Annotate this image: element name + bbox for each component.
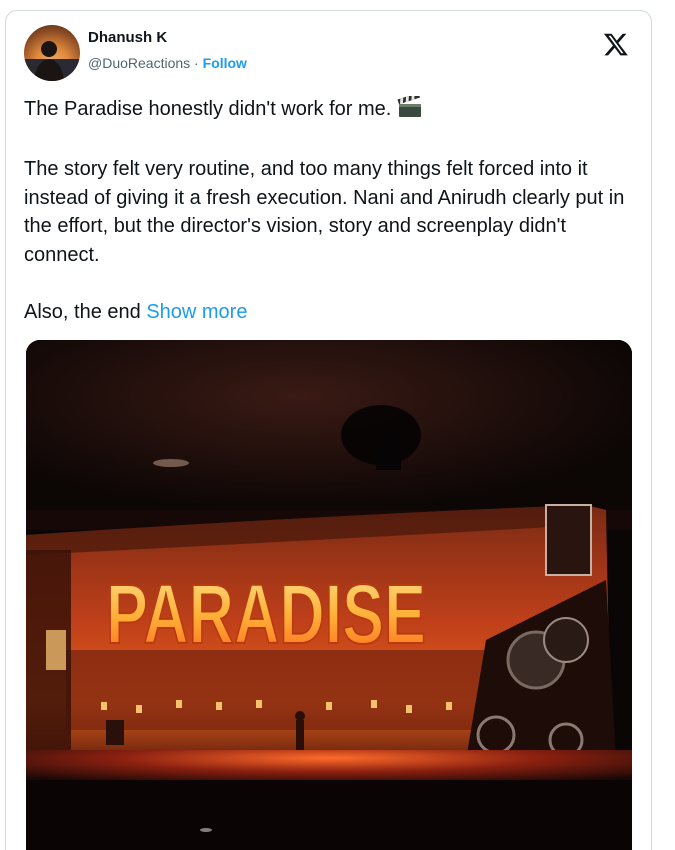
follow-button[interactable]: Follow xyxy=(203,55,247,71)
handle-row: @DuoReactions · Follow xyxy=(88,55,247,71)
x-logo-icon[interactable] xyxy=(603,31,629,57)
show-more-link[interactable]: Show more xyxy=(146,301,247,323)
tweet-paragraph-2: The story felt very routine, and too man… xyxy=(24,158,630,266)
tweet-paragraph-1: The Paradise honestly didn't work for me… xyxy=(24,98,392,120)
tweet-header: Dhanush K @DuoReactions · Follow xyxy=(24,25,633,81)
avatar[interactable] xyxy=(24,25,80,81)
tweet-text: The Paradise honestly didn't work for me… xyxy=(24,92,636,326)
author-handle[interactable]: @DuoReactions xyxy=(88,55,190,71)
clapper-board-icon xyxy=(397,92,423,127)
screen-title-text: PARADISE xyxy=(106,567,426,661)
tweet-paragraph-3: Also, the end xyxy=(24,300,141,323)
separator-dot: · xyxy=(194,55,199,71)
author-name[interactable]: Dhanush K xyxy=(88,29,167,46)
tweet-card[interactable]: Dhanush K @DuoReactions · Follow The Par… xyxy=(5,10,652,850)
tweet-media-image[interactable]: PARADISE xyxy=(26,340,632,850)
